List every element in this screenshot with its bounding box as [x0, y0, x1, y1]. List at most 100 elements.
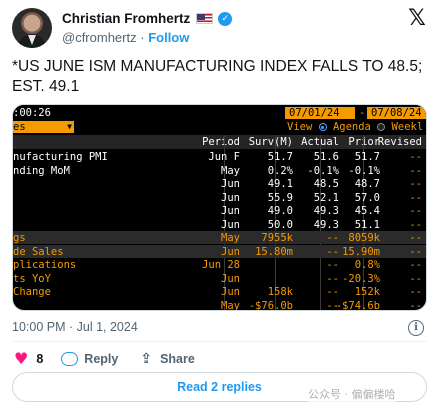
cell-surv: -$76.0b — [248, 299, 293, 311]
cell-prior: -20.3% — [342, 272, 380, 285]
cell-actual: -- — [326, 259, 339, 271]
cell-prior: 51.7 — [354, 151, 380, 163]
cell-prior: -$74.6b — [335, 299, 380, 311]
terminal-time: :00:26 — [13, 107, 51, 119]
cell-surv: 49.1 — [267, 178, 293, 190]
cell-actual: 49.3 — [313, 218, 339, 231]
author-name-row: Christian Fromhertz ✓ — [62, 11, 233, 26]
cell-prior: 57.0 — [354, 191, 380, 204]
cell-prior: 45.4 — [354, 205, 380, 217]
cell-period: May — [221, 299, 240, 311]
cell-period: Jun — [221, 272, 240, 285]
cell-actual: -- — [326, 245, 339, 258]
cell-revised: -- — [409, 232, 422, 244]
table-row: nding MoM May 0.2% -0.1% -0.1% -- — [13, 164, 426, 177]
cell-name: Change — [13, 286, 51, 298]
tweet-text: *US JUNE ISM MANUFACTURING INDEX FALLS T… — [12, 58, 423, 95]
table-row: Jun 49.0 49.3 45.4 -- — [13, 204, 426, 217]
cell-name: gs — [13, 232, 26, 244]
terminal-top-bar: :00:26 07/01/24 - 07/08/24 — [13, 105, 426, 121]
cell-period: Jun — [221, 218, 240, 231]
cell-period: Jun — [221, 245, 240, 258]
cell-surv: 55.9 — [267, 191, 293, 204]
cell-actual: -- — [326, 286, 339, 298]
cell-period: Jun — [221, 286, 240, 298]
dropdown-arrow-icon: ▼ — [67, 122, 72, 131]
cell-period: May — [221, 164, 240, 177]
table-row: plications Jun 28 -- 0.8% -- — [13, 258, 426, 271]
separator-dot: · — [140, 30, 145, 45]
watermark: 公众号 · 偏偏楼哈 — [308, 386, 396, 402]
share-button[interactable]: Share — [160, 352, 195, 366]
cell-prior: -0.1% — [348, 164, 380, 177]
col-survey: Surv(M) — [248, 136, 293, 148]
terminal-table-header: Period Surv(M) Actual Prior Revised — [13, 135, 426, 149]
cell-revised: -- — [409, 259, 422, 271]
avatar[interactable] — [12, 8, 52, 48]
cell-name: nding MoM — [13, 164, 70, 177]
heart-icon[interactable]: ♥ — [14, 351, 28, 367]
tweet-media-terminal-screenshot[interactable]: :00:26 07/01/24 - 07/08/24 es ▼ View Agen… — [12, 104, 427, 311]
cell-prior: 8059k — [348, 232, 380, 244]
col-prior: Prior — [348, 136, 380, 148]
cell-revised: -- — [409, 299, 422, 311]
info-icon[interactable]: i — [408, 320, 424, 336]
follow-button[interactable]: Follow — [148, 30, 189, 45]
table-row: ts YoY Jun -- -20.3% -- — [13, 272, 426, 285]
tweet-actions: ♥ 8 Reply ⇪ Share — [14, 351, 195, 368]
view-label: View — [287, 121, 313, 133]
table-row: Jun 50.0 49.3 51.1 -- — [13, 218, 426, 231]
cell-actual: 49.3 — [313, 205, 339, 217]
tweet-timestamp[interactable]: 10:00 PM · Jul 1, 2024 — [12, 320, 138, 334]
cell-actual: -0.1% — [307, 164, 339, 177]
cell-surv: 49.0 — [267, 205, 293, 217]
agenda-label: Agenda — [332, 121, 371, 133]
weekly-label: Weekl — [391, 121, 424, 133]
tweet-header: Christian Fromhertz ✓ @cfromhertz · Foll… — [12, 8, 427, 48]
weekly-radio-icon — [377, 123, 386, 131]
author-name[interactable]: Christian Fromhertz — [62, 11, 190, 26]
cell-period: Jun — [221, 205, 240, 217]
x-logo-icon[interactable]: 𝕏 — [407, 8, 427, 30]
cell-period: Jun — [221, 178, 240, 190]
table-row: Jun 49.1 48.5 48.7 -- — [13, 177, 426, 190]
cell-revised: -- — [409, 272, 422, 285]
cell-actual: 48.5 — [313, 178, 339, 190]
author-handle-row: @cfromhertz · Follow — [62, 30, 189, 45]
reply-button[interactable]: Reply — [84, 352, 118, 366]
cell-surv: 50.0 — [267, 218, 293, 231]
cell-actual: 51.6 — [313, 151, 339, 163]
cell-name: de Sales — [13, 245, 64, 258]
cell-name: ts YoY — [13, 272, 51, 285]
reply-icon[interactable] — [61, 352, 79, 366]
table-row: Jun 55.9 52.1 57.0 -- — [13, 191, 426, 204]
cell-actual: -- — [326, 272, 339, 285]
table-row: nufacturing PMI Jun F 51.7 51.6 51.7 -- — [13, 150, 426, 163]
like-count[interactable]: 8 — [36, 352, 43, 366]
table-row: gs May 7955k -- 8059k -- — [13, 231, 426, 244]
cell-prior: 152k — [354, 286, 380, 298]
cell-revised: -- — [409, 151, 422, 163]
author-handle[interactable]: @cfromhertz — [62, 30, 137, 45]
date-from-field: 07/01/24 — [285, 107, 355, 119]
cell-actual: 52.1 — [313, 191, 339, 204]
cell-prior: 48.7 — [354, 178, 380, 190]
date-dash: - — [359, 107, 366, 119]
cell-revised: -- — [409, 286, 422, 298]
cell-period: Jun F — [208, 151, 240, 163]
cell-revised: -- — [409, 218, 422, 231]
cell-surv: 0.2% — [267, 164, 293, 177]
cell-prior: 15.90m — [342, 245, 380, 258]
table-row: de Sales Jun 15.80m -- 15.90m -- — [13, 244, 426, 258]
cell-surv: 7955k — [261, 232, 293, 244]
share-icon[interactable]: ⇪ — [140, 351, 152, 367]
cell-prior: 0.8% — [354, 259, 380, 271]
cell-surv: 51.7 — [267, 151, 293, 163]
view-controls: View Agenda Weekl — [287, 121, 423, 133]
cell-prior: 51.1 — [354, 218, 380, 231]
verified-badge-icon: ✓ — [218, 11, 233, 26]
col-period: Period — [202, 136, 240, 148]
cell-period: Jun — [221, 191, 240, 204]
cell-revised: -- — [409, 178, 422, 190]
date-to-field: 07/08/24 — [367, 107, 426, 119]
